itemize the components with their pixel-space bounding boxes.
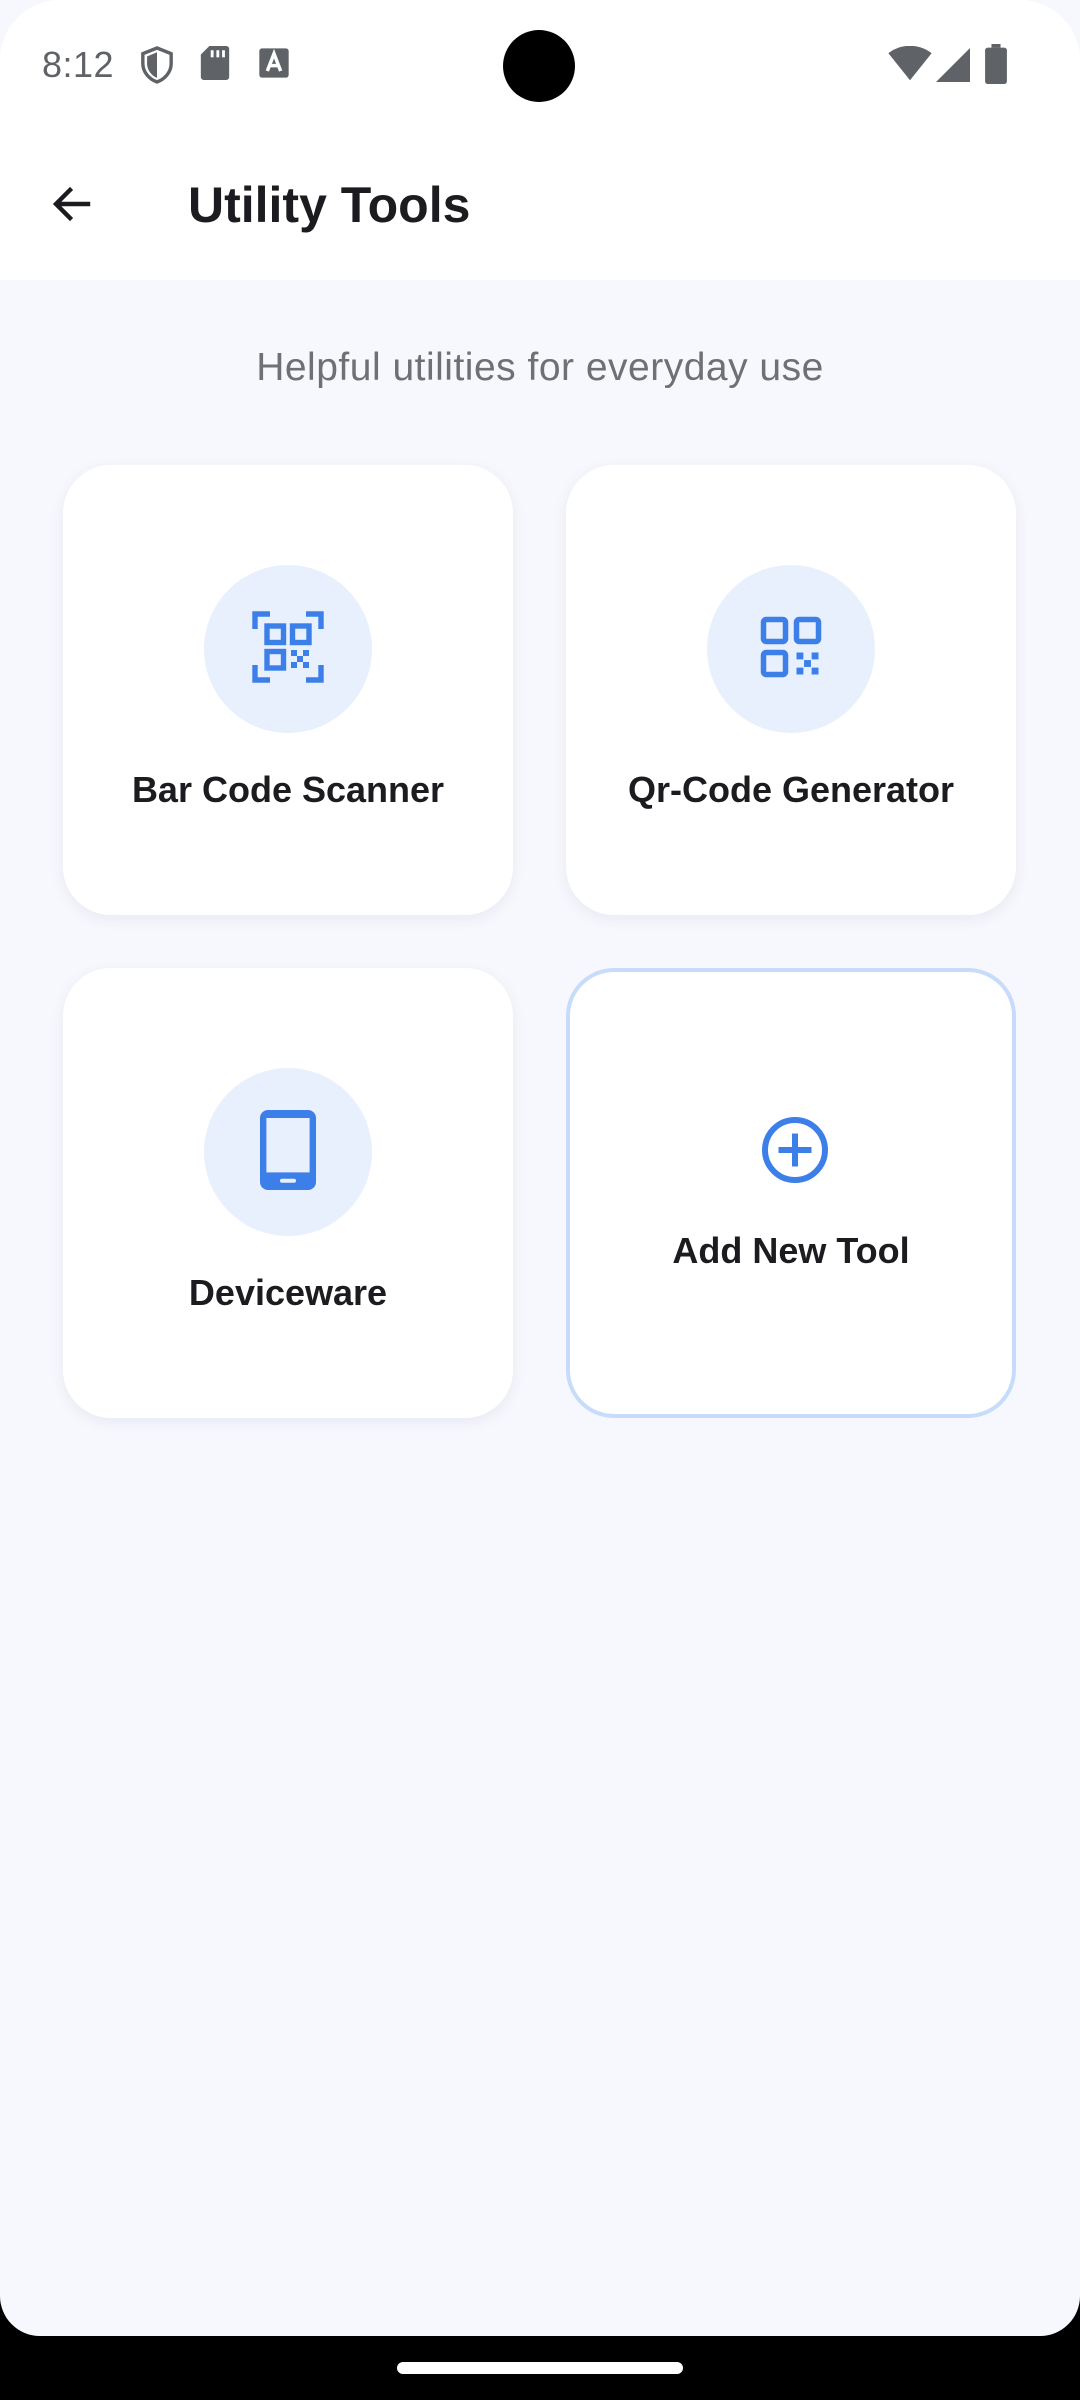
tool-icon-container: [204, 1068, 372, 1236]
qr-scanner-icon: [252, 610, 324, 688]
tool-label: Bar Code Scanner: [131, 769, 445, 810]
qr-code-icon: [758, 614, 824, 685]
battery-icon: [984, 44, 1008, 89]
page-subtitle: Helpful utilities for everyday use: [256, 346, 824, 389]
tool-icon-container: [707, 565, 875, 733]
shield-icon: [140, 46, 174, 89]
add-new-tool-card[interactable]: Add New Tool: [566, 968, 1016, 1418]
add-new-tool-label: Add New Tool: [672, 1230, 910, 1271]
smartphone-icon: [260, 1109, 316, 1195]
tool-card-deviceware[interactable]: Deviceware: [63, 968, 513, 1418]
status-bar: 8:12: [0, 0, 1080, 110]
arrow-back-icon: [48, 180, 96, 233]
add-circle-icon: [759, 1114, 831, 1186]
font-download-icon: [258, 46, 290, 85]
tool-label: Qr-Code Generator: [627, 769, 955, 810]
camera-cutout: [503, 30, 575, 102]
screen: 8:12 Utility Tools Helpful utilities for…: [0, 0, 1080, 2336]
wifi-icon: [888, 45, 932, 87]
tool-card-bar-code-scanner[interactable]: Bar Code Scanner: [63, 465, 513, 915]
status-time: 8:12: [42, 44, 115, 85]
tool-card-qr-code-generator[interactable]: Qr-Code Generator: [566, 465, 1016, 915]
cellular-signal-icon: [936, 48, 970, 87]
tool-label: Deviceware: [188, 1272, 388, 1313]
home-indicator[interactable]: [397, 2362, 683, 2374]
back-button[interactable]: [32, 166, 112, 246]
sd-card-icon: [200, 46, 230, 85]
app-bar: Utility Tools: [0, 110, 1080, 280]
page-title: Utility Tools: [188, 177, 471, 233]
tool-icon-container: [204, 565, 372, 733]
